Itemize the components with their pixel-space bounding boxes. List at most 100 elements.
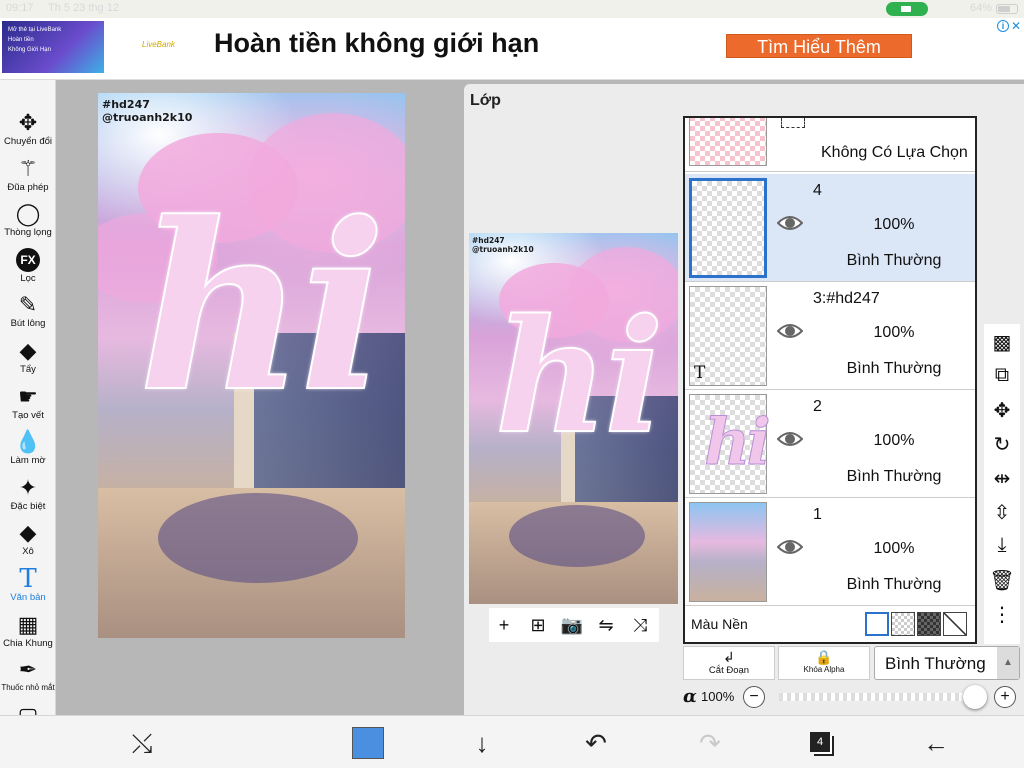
layers-panel: Lớp #hd247 @truoanh2k10 hi + ⊞ 📷 ⇋ ⤨ Không C… — [464, 84, 1024, 715]
background-dark-checker-swatch[interactable] — [917, 612, 941, 636]
move-layer-icon[interactable]: ✥ — [984, 398, 1020, 423]
tool-fill[interactable]: ◆ Xô — [0, 520, 56, 557]
layer-list[interactable]: Không Có Lựa Chọn Màu Nền 4 100% Bình Thườ… — [683, 116, 977, 644]
eyedropper-icon: ✒ — [18, 657, 38, 683]
tool-label: Lọc — [20, 272, 36, 284]
layer-thumbnail[interactable]: hi — [689, 394, 771, 494]
opacity-decrease-button[interactable]: − — [743, 686, 765, 708]
current-color-swatch[interactable] — [352, 727, 384, 759]
camera-icon[interactable]: 📷 — [559, 612, 585, 638]
redo-icon[interactable]: ↷ — [690, 726, 730, 760]
flip-rotate-icon[interactable]: ⤨ — [627, 612, 653, 638]
layer-row[interactable]: hi 2 100% Bình Thường — [685, 390, 975, 498]
tool-label: Làm mờ — [10, 455, 46, 467]
opacity-value: 100% — [701, 689, 735, 704]
smudge-icon: ☛ — [18, 383, 38, 409]
frame-divider-icon: ▦ — [17, 611, 39, 637]
layer-row[interactable]: T 3:#hd247 100% Bình Thường — [685, 282, 975, 390]
layer-opacity: 100% — [873, 216, 915, 233]
opacity-slider[interactable] — [779, 693, 975, 701]
tool-blur[interactable]: 💧 Làm mờ — [0, 429, 56, 466]
transform-layer-icon[interactable]: ⧉ — [984, 364, 1020, 387]
clip-label: Cắt Đoạn — [708, 665, 750, 676]
bottom-toolbar: ⤯ ↓ ↶ ↷ 4 ← — [0, 715, 1024, 768]
layer-count: 4 — [810, 732, 830, 752]
ad-headline[interactable]: Hoàn tiền không giới hạn — [214, 28, 539, 59]
layer-thumbnail[interactable]: T — [689, 286, 767, 386]
blend-mode-select[interactable]: Bình Thường ▲ — [874, 646, 1020, 680]
ad-cta-button[interactable]: Tìm Hiểu Thêm — [726, 34, 912, 58]
merge-down-icon[interactable]: ⤓ — [984, 534, 1020, 557]
background-white-swatch[interactable] — [865, 612, 889, 636]
rotate-layer-icon[interactable]: ↻ — [984, 432, 1020, 457]
back-arrow-icon[interactable]: ← — [916, 726, 956, 760]
tool-text[interactable]: T Văn bản — [0, 566, 56, 603]
tool-frame[interactable]: ▦ Chia Khung — [0, 612, 56, 649]
opacity-slider-knob[interactable] — [963, 685, 987, 709]
background-label: Màu Nền — [691, 616, 748, 632]
tool-filter[interactable]: FX Lọc — [0, 247, 56, 284]
add-image-layer-icon[interactable]: ⊞ — [525, 612, 551, 638]
background-color-row: Màu Nền — [685, 606, 975, 642]
layer-row[interactable]: 1 100% Bình Thường — [685, 498, 975, 606]
tool-special[interactable]: ✦ Đặc biệt — [0, 475, 56, 512]
layer-thumbnail[interactable] — [689, 178, 767, 278]
ad-info-icon[interactable]: i — [997, 20, 1009, 32]
battery-percent: 64% — [970, 2, 993, 14]
clip-button[interactable]: ↲ Cắt Đoạn — [683, 646, 775, 680]
artwork-hi-text: hi — [137, 173, 388, 443]
swap-tool-icon[interactable]: ⤯ — [122, 726, 162, 760]
tool-move[interactable]: ✥ Chuyển đổi — [0, 110, 56, 147]
layer-thumbnail[interactable] — [689, 502, 767, 602]
more-vertical-icon[interactable]: ⋮ — [984, 602, 1020, 627]
checker-transparency-icon[interactable]: ▩ — [984, 330, 1020, 355]
flip-layer-vertical-icon[interactable]: ⇳ — [984, 500, 1020, 525]
down-arrow-icon[interactable]: ↓ — [462, 726, 502, 760]
tool-smudge[interactable]: ☛ Tạo vết — [0, 384, 56, 421]
flip-layer-horizontal-icon[interactable]: ⇹ — [984, 466, 1020, 491]
trash-icon[interactable]: 🗑 — [984, 568, 1020, 593]
clip-arrow-icon: ↲ — [723, 649, 735, 665]
text-t-icon: T — [19, 564, 37, 594]
preview-tag: #hd247 @truoanh2k10 — [472, 236, 534, 254]
magic-wand-icon: ⚚ — [18, 155, 38, 181]
tool-label: Xô — [22, 546, 34, 558]
layers-button[interactable]: 4 — [802, 726, 842, 760]
lasso-icon: ◯ — [15, 201, 41, 227]
undo-icon[interactable]: ↶ — [576, 726, 616, 760]
ad-brand: LiveBank — [142, 40, 175, 49]
background-checker-swatch[interactable] — [891, 612, 915, 636]
add-layer-icon[interactable]: + — [491, 612, 517, 638]
layer-preview: #hd247 @truoanh2k10 hi — [469, 233, 678, 604]
artwork-canvas[interactable]: #hd247 @truoanh2k10 hi — [98, 93, 405, 638]
selection-layer[interactable]: Không Có Lựa Chọn — [685, 118, 975, 172]
tool-lasso[interactable]: ◯ Thòng lọng — [0, 201, 56, 238]
tool-brush[interactable]: ✎ Bút lông — [0, 292, 56, 329]
background-none-swatch[interactable] — [943, 612, 967, 636]
canvas-area[interactable]: #hd247 @truoanh2k10 hi — [56, 80, 464, 715]
tool-eyedropper[interactable]: ✒ Thuốc nhỏ mắt — [0, 657, 56, 692]
tool-sidebar: ✥ Chuyển đổi ⚚ Đũa phép ◯ Thòng lọng FX Lọc ✎ Bút… — [0, 80, 56, 740]
tool-eraser[interactable]: ◆ Tẩy — [0, 338, 56, 375]
layer-row[interactable]: 4 100% Bình Thường — [685, 174, 975, 282]
ad-thumbnail[interactable]: Mở thẻ tại LiveBank Hoàn tiền Không Giới… — [2, 21, 104, 73]
selection-label: Không Có Lựa Chọn — [821, 144, 968, 161]
ad-banner[interactable]: Mở thẻ tại LiveBank Hoàn tiền Không Giới… — [0, 18, 1024, 80]
opacity-increase-button[interactable]: + — [994, 686, 1016, 708]
ad-close-icon[interactable]: ✕ — [1011, 19, 1021, 33]
selection-marquee-icon — [781, 118, 805, 128]
layer-name: 2 — [813, 398, 822, 415]
ad-thumb-line: Không Giới Hạn — [8, 47, 51, 53]
eraser-icon: ◆ — [19, 338, 37, 363]
tool-label: Tẩy — [20, 364, 36, 375]
fx-filter-icon: FX — [16, 247, 40, 272]
alpha-lock-button[interactable]: 🔒 Khóa Alpha — [778, 646, 870, 680]
layer-blend-mode: Bình Thường — [846, 252, 942, 269]
preview-username: @truoanh2k10 — [472, 244, 534, 254]
flip-horizontal-icon[interactable]: ⇋ — [593, 612, 619, 638]
artwork-tag: #hd247 @truoanh2k10 — [102, 98, 192, 124]
special-sparkle-icon: ✦ — [18, 474, 38, 500]
status-time: 09:17 — [6, 2, 34, 14]
tool-magic[interactable]: ⚚ Đũa phép — [0, 156, 56, 193]
ad-thumb-line: Hoàn tiền — [8, 37, 34, 43]
